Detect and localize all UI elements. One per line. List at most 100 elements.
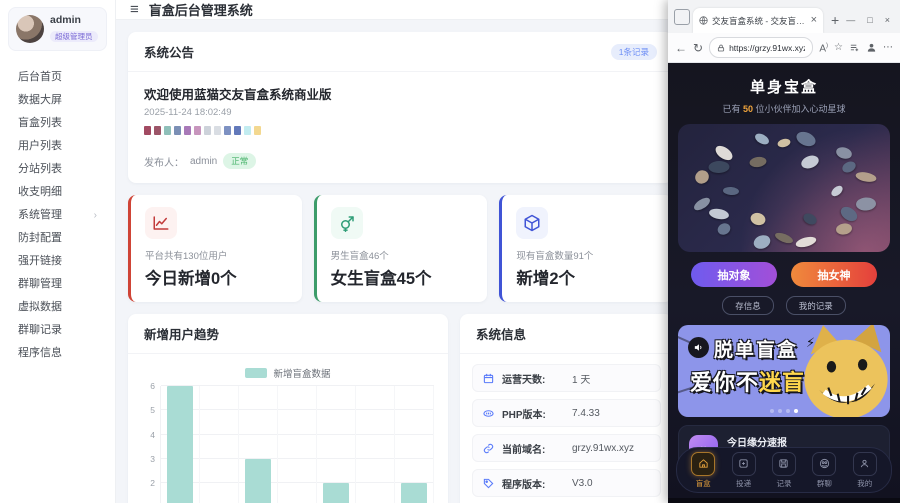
favorites-star-icon[interactable]: ☆: [834, 42, 843, 53]
carousel-dot[interactable]: [770, 409, 774, 413]
sidebar-item-label: 虚拟数据: [18, 301, 62, 313]
chart-bar: [323, 483, 349, 503]
sidebar-item[interactable]: 后台首页: [0, 66, 115, 89]
line-chart-icon: [145, 207, 177, 239]
color-swatch: [254, 126, 261, 135]
sidebar-item-label: 群聊记录: [18, 324, 62, 336]
stat-main: 女生盲盒45个: [330, 270, 432, 288]
avatar: [16, 15, 44, 43]
sidebar-item[interactable]: 数据大屏: [0, 89, 115, 112]
gender-icon: [330, 207, 363, 239]
color-swatch: [194, 126, 201, 135]
carousel-dot[interactable]: [778, 409, 782, 413]
promo-banner[interactable]: 脱单盲盒 爱你不迷盲 ⚡: [678, 325, 890, 417]
sidebar-item[interactable]: 程序信息: [0, 342, 115, 365]
browser-window: 交友盲盒系统 - 交友盲盒系统 × + — □ × ← ↻ https://gr…: [668, 0, 900, 503]
nav-group[interactable]: 群聊: [812, 451, 837, 489]
stat-card-users: 平台共有130位用户 今日新增0个: [128, 195, 302, 302]
sidebar-item-label: 强开链接: [18, 255, 62, 267]
tag-icon: [483, 478, 494, 489]
stat-sub: 平台共有130位用户: [145, 251, 228, 262]
announcement-item-title[interactable]: 欢迎使用蓝猫交友盲盒系统商业版: [144, 84, 657, 103]
read-aloud-icon[interactable]: A): [819, 41, 828, 54]
sidebar-item[interactable]: 收支明细: [0, 181, 115, 204]
publisher-name: admin: [190, 155, 218, 167]
hamburger-icon[interactable]: ≡: [130, 1, 139, 18]
color-swatch: [184, 126, 191, 135]
collections-icon[interactable]: [849, 42, 860, 53]
minimize-button[interactable]: —: [846, 15, 855, 25]
chart-legend[interactable]: 新增盲盒数据: [142, 364, 434, 382]
nav-user[interactable]: 我的: [852, 451, 877, 489]
user-role-badge: 超级管理员: [50, 31, 98, 42]
announcement-card: 系统公告 1条记录 欢迎使用蓝猫交友盲盒系统商业版 2025-11-24 18:…: [128, 32, 673, 183]
nav-label: 群聊: [816, 478, 832, 488]
page-title: 单身宝盒: [749, 79, 818, 96]
color-swatch: [214, 126, 221, 135]
stat-sub: 男生盲盒46个: [330, 251, 389, 262]
color-swatch: [154, 126, 161, 135]
nav-label: 记录: [776, 478, 792, 488]
status-badge: 正常: [223, 153, 257, 169]
stat-card-box-count: 现有盲盒数量91个 新增2个: [499, 195, 673, 302]
banner-line1: 脱单盲盒: [714, 340, 799, 361]
menu-ellipsis-icon[interactable]: ⋯: [883, 42, 893, 53]
chevron-icon: ›: [93, 210, 97, 221]
tab-title: 交友盲盒系统 - 交友盲盒系统: [712, 15, 807, 26]
tab-close-icon[interactable]: ×: [811, 15, 817, 26]
record-icon: [771, 451, 796, 476]
stat-card-girl-boxes: 男生盲盒46个 女生盲盒45个: [313, 195, 488, 302]
carousel-dot[interactable]: [786, 409, 790, 413]
sidebar-item[interactable]: 分站列表: [0, 158, 115, 181]
color-swatch: [224, 126, 231, 135]
sysinfo-card: 系统信息 运营天数: 1 天 PHP版本: 7.4.33 当前域名: grzy.91wx.…: [460, 314, 673, 503]
nav-record[interactable]: 记录: [771, 451, 796, 489]
carousel-dot[interactable]: [794, 409, 798, 413]
link-icon: [483, 443, 494, 454]
close-button[interactable]: ×: [885, 15, 890, 25]
sidebar-item[interactable]: 群聊管理: [0, 273, 115, 296]
sidebar-item[interactable]: 用户列表: [0, 135, 115, 158]
stats-row: 平台共有130位用户 今日新增0个 男生盲盒46个 女生盲盒45个 现有盲盒数量…: [128, 195, 673, 302]
nav-label: 投递: [736, 478, 752, 488]
nav-send[interactable]: 投递: [731, 451, 756, 489]
my-records-button[interactable]: 我的记录: [785, 296, 846, 315]
sidebar-item-label: 用户列表: [18, 140, 62, 152]
nav-box[interactable]: 盲盒: [691, 451, 716, 489]
maximize-button[interactable]: □: [867, 15, 872, 25]
sidebar-item-label: 分站列表: [18, 163, 62, 175]
sysinfo-title: 系统信息: [476, 328, 527, 342]
sidebar-item[interactable]: 系统管理 ›: [0, 204, 115, 227]
app-title: 盲盒后台管理系统: [148, 3, 253, 18]
browser-tab[interactable]: 交友盲盒系统 - 交友盲盒系统 ×: [693, 8, 823, 33]
color-swatch: [244, 126, 251, 135]
nav-label: 盲盒: [695, 478, 711, 488]
sysinfo-row: 当前域名: grzy.91wx.xyz: [472, 434, 661, 462]
legend-label: 新增盲盒数据: [273, 369, 331, 380]
page-subtitle: 已有 50 位小伙伴加入心动星球: [722, 104, 846, 114]
address-bar[interactable]: https://grzy.91wx.xyz: [709, 37, 814, 58]
avatar-sphere-card: [678, 124, 890, 252]
sidebar-item[interactable]: 群聊记录: [0, 319, 115, 342]
stat-main: 今日新增0个: [145, 270, 237, 288]
send-icon: [731, 451, 756, 476]
sidebar-item[interactable]: 防封配置: [0, 227, 115, 250]
tab-actions-icon[interactable]: [674, 9, 690, 25]
user-card[interactable]: admin 超级管理员: [8, 7, 107, 51]
new-tab-button[interactable]: +: [831, 13, 839, 27]
sidebar-item-label: 群聊管理: [18, 278, 62, 290]
sidebar-item[interactable]: 盲盒列表: [0, 112, 115, 135]
sidebar-item[interactable]: 强开链接: [0, 250, 115, 273]
user-icon: [852, 451, 877, 476]
refresh-icon[interactable]: ↻: [693, 41, 703, 55]
draw-goddess-button[interactable]: 抽女神: [791, 262, 877, 287]
globe-icon: [699, 16, 708, 25]
banner-line2: 爱你不迷盲: [690, 370, 806, 395]
back-icon[interactable]: ←: [675, 41, 687, 55]
sidebar-item[interactable]: 虚拟数据: [0, 296, 115, 319]
group-icon: [812, 451, 837, 476]
save-info-button[interactable]: 存信息: [722, 296, 774, 315]
chart-plot: [160, 385, 434, 503]
profile-icon[interactable]: [866, 42, 877, 53]
draw-boyfriend-button[interactable]: 抽对象: [691, 262, 777, 287]
